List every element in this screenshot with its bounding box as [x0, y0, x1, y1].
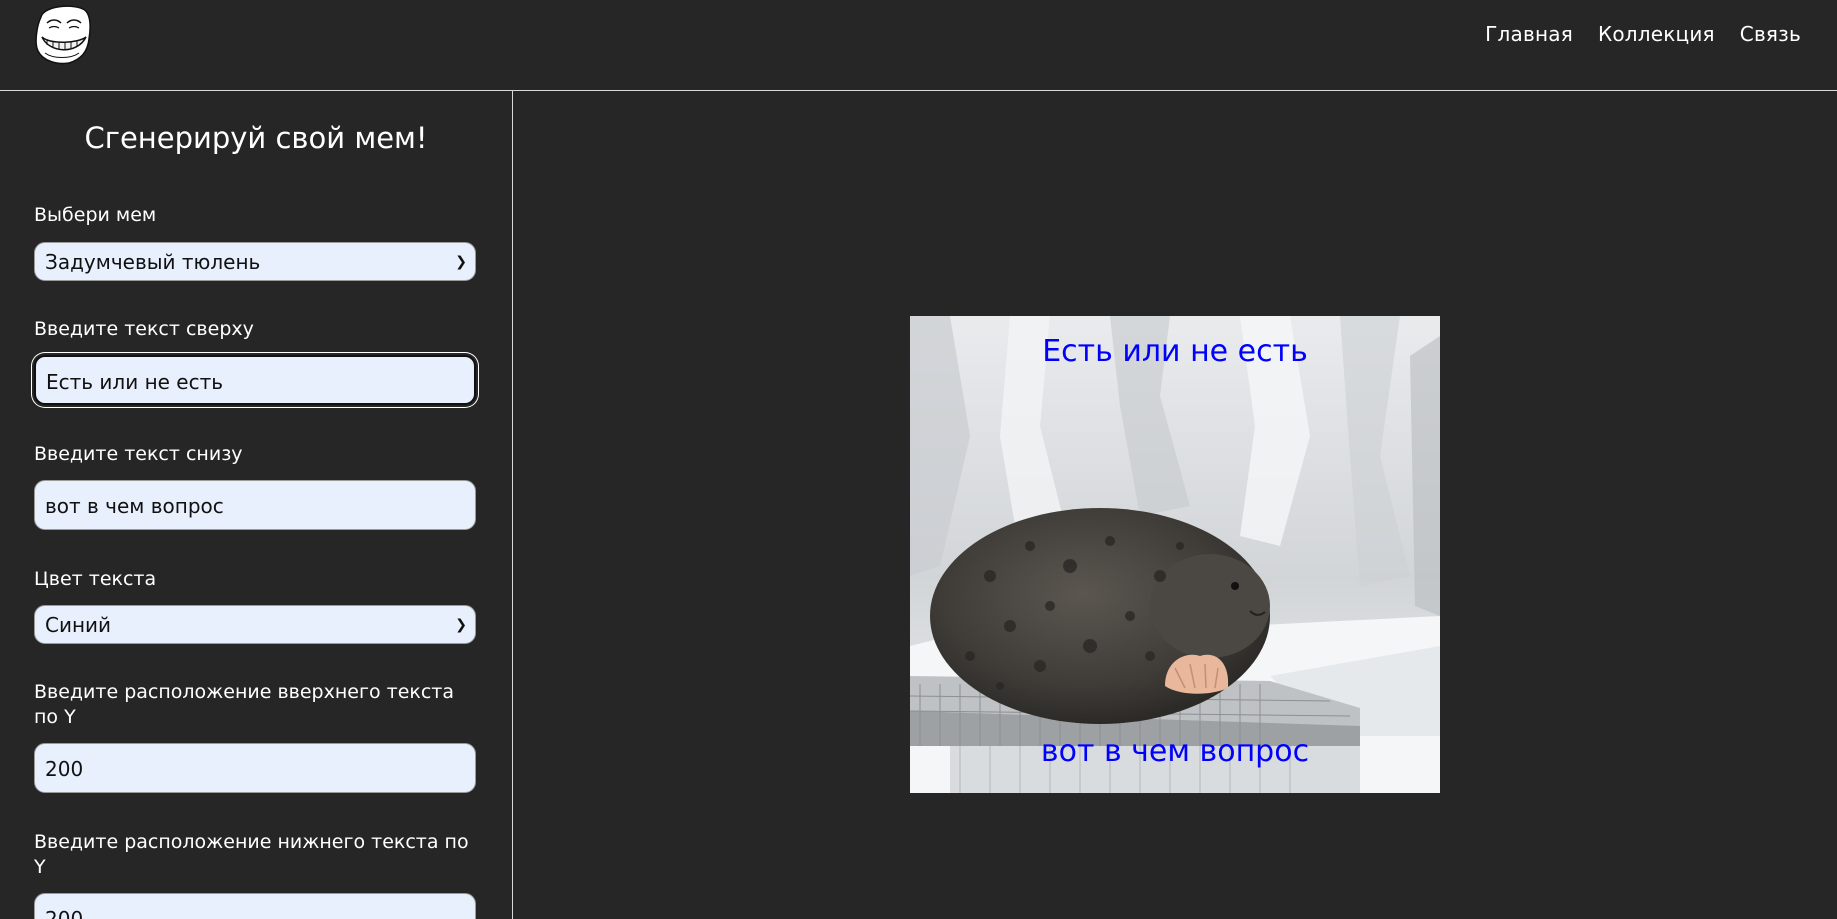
bottom-text-input[interactable]: вот в чем вопрос	[34, 480, 476, 530]
chevron-down-icon: ❯	[455, 253, 467, 270]
meme-form-sidebar: Сгенерируй свой мем! Выбери мем Задумчев…	[0, 91, 513, 919]
text-color-select-value: Синий	[45, 612, 112, 637]
bottom-y-input[interactable]: 200	[34, 893, 476, 919]
form-title: Сгенерируй свой мем!	[84, 121, 428, 155]
site-header: Главная Коллекция Связь	[0, 0, 1837, 91]
main-nav: Главная Коллекция Связь	[1485, 22, 1801, 46]
text-color-select[interactable]: Синий ❯	[34, 605, 476, 644]
text-color-label: Цвет текста	[34, 568, 157, 590]
nav-collection-link[interactable]: Коллекция	[1598, 22, 1715, 46]
trollface-logo-icon[interactable]	[33, 3, 93, 65]
meme-select-label: Выбери мем	[34, 204, 157, 226]
nav-contact-link[interactable]: Связь	[1740, 22, 1801, 46]
seal-meme-image	[910, 316, 1440, 793]
meme-preview-area: Есть или не есть вот в чем вопрос	[514, 91, 1837, 919]
top-text-input[interactable]: Есть или не есть	[34, 355, 476, 405]
meme-preview: Есть или не есть вот в чем вопрос	[910, 316, 1440, 793]
bottom-text-label: Введите текст снизу	[34, 443, 243, 465]
meme-select-value: Задумчевый тюлень	[45, 249, 261, 274]
nav-home-link[interactable]: Главная	[1485, 22, 1573, 46]
top-text-label: Введите текст сверху	[34, 318, 254, 340]
top-y-input[interactable]: 200	[34, 743, 476, 793]
meme-bottom-text: вот в чем вопрос	[1040, 734, 1310, 769]
bottom-y-label: Введите расположение нижнего текста по Y	[34, 831, 469, 878]
chevron-down-icon: ❯	[455, 616, 467, 633]
meme-top-text: Есть или не есть	[1042, 334, 1308, 369]
top-y-label: Введите расположение вверхнего текста по…	[34, 681, 455, 728]
meme-select[interactable]: Задумчевый тюлень ❯	[34, 242, 476, 281]
